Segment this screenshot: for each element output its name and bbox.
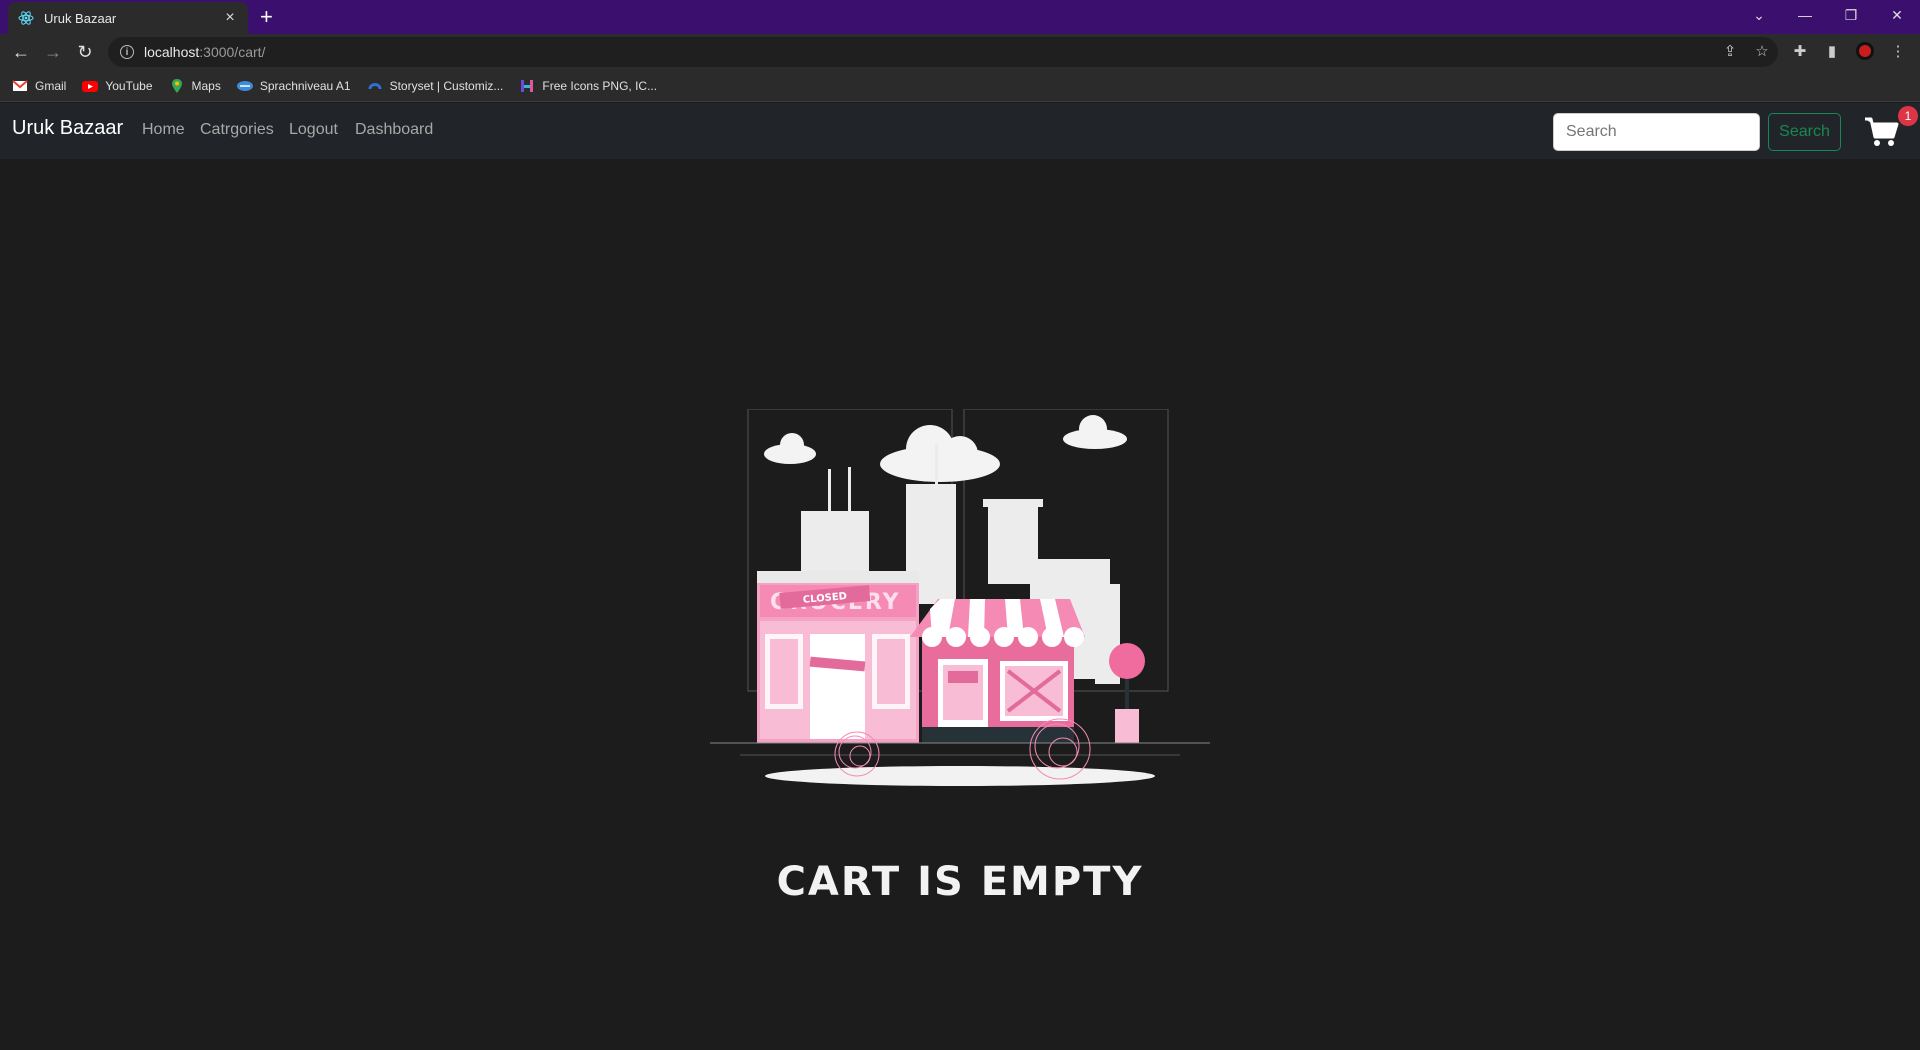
nav-link-categories[interactable]: Catrgories <box>200 121 274 139</box>
back-icon[interactable]: ← <box>10 41 32 63</box>
bookmark-freeicons[interactable]: Free Icons PNG, IC... <box>519 79 657 93</box>
menu-icon[interactable]: ⋮ <box>1888 41 1908 61</box>
bookmark-star-icon[interactable]: ☆ <box>1752 41 1772 61</box>
info-icon[interactable]: i <box>120 45 134 59</box>
bookmark-label: Maps <box>191 78 221 93</box>
react-icon <box>18 10 34 26</box>
restore-icon[interactable]: ❐ <box>1828 0 1874 30</box>
forward-icon[interactable]: → <box>42 41 64 63</box>
bookmark-label: YouTube <box>105 78 153 93</box>
search-button[interactable]: Search <box>1768 113 1841 151</box>
extensions-icon[interactable]: ✚ <box>1790 41 1810 61</box>
closed-shop-illustration: GROCERY CLOSED <box>700 408 1220 799</box>
profile-avatar[interactable] <box>1855 41 1875 61</box>
bookmark-gmail[interactable]: Gmail <box>12 79 66 93</box>
browser-titlebar: Uruk Bazaar × + ⌄ — ❐ ✕ <box>0 0 1920 34</box>
youtube-icon <box>82 79 99 93</box>
nav-link-logout[interactable]: Logout <box>289 121 338 139</box>
main-content: GROCERY CLOSED <box>0 159 1920 1050</box>
app-navbar: Uruk Bazaar Home Catrgories Logout Dashb… <box>0 103 1920 159</box>
close-window-icon[interactable]: ✕ <box>1874 0 1920 30</box>
url-host: localhost <box>144 44 200 60</box>
address-bar[interactable]: i localhost:3000/cart/ <box>108 37 1778 67</box>
storyset-icon <box>367 79 383 93</box>
browser-toolbar: ← → ↻ i localhost:3000/cart/ ⇪ ☆ ✚ ▮ ⋮ <box>0 34 1920 70</box>
brand-logo[interactable]: Uruk Bazaar <box>12 117 123 140</box>
minimize-icon[interactable]: — <box>1782 0 1828 30</box>
bookmark-label: Free Icons PNG, IC... <box>542 78 658 93</box>
bookmark-storyset[interactable]: Storyset | Customiz... <box>367 78 504 93</box>
cart-empty-heading: CART IS EMPTY <box>776 859 1144 905</box>
bookmark-label: Storyset | Customiz... <box>389 78 504 93</box>
cart-count-badge: 1 <box>1898 106 1918 126</box>
bookmark-sprachniveau[interactable]: Sprachniveau A1 <box>236 78 351 93</box>
bookmark-youtube[interactable]: YouTube <box>82 78 153 93</box>
url-path: :3000/cart/ <box>199 44 266 60</box>
close-tab-icon[interactable]: × <box>222 9 238 27</box>
bookmark-maps[interactable]: Maps <box>169 78 221 93</box>
nav-link-dashboard[interactable]: Dashboard <box>355 121 433 139</box>
bookmark-label: Gmail <box>35 78 67 93</box>
gmail-icon <box>12 79 28 93</box>
bookmarks-bar: Gmail YouTube Maps Sprachniveau A1 Story… <box>0 70 1920 102</box>
share-icon[interactable]: ⇪ <box>1720 41 1740 61</box>
nav-link-home[interactable]: Home <box>142 121 185 139</box>
bookmark-label: Sprachniveau A1 <box>259 78 351 93</box>
reload-icon[interactable]: ↻ <box>74 41 96 63</box>
tab-search-icon[interactable]: ⌄ <box>1736 0 1782 30</box>
sprachniveau-icon <box>236 79 253 93</box>
freeicons-icon <box>519 79 535 93</box>
search-input[interactable] <box>1553 113 1760 151</box>
side-panel-icon[interactable]: ▮ <box>1822 41 1842 61</box>
tab-title: Uruk Bazaar <box>44 10 117 26</box>
cart-icon[interactable] <box>1864 116 1900 148</box>
new-tab-button[interactable]: + <box>260 5 273 29</box>
maps-icon <box>169 78 185 93</box>
browser-tab[interactable]: Uruk Bazaar × <box>8 2 248 34</box>
